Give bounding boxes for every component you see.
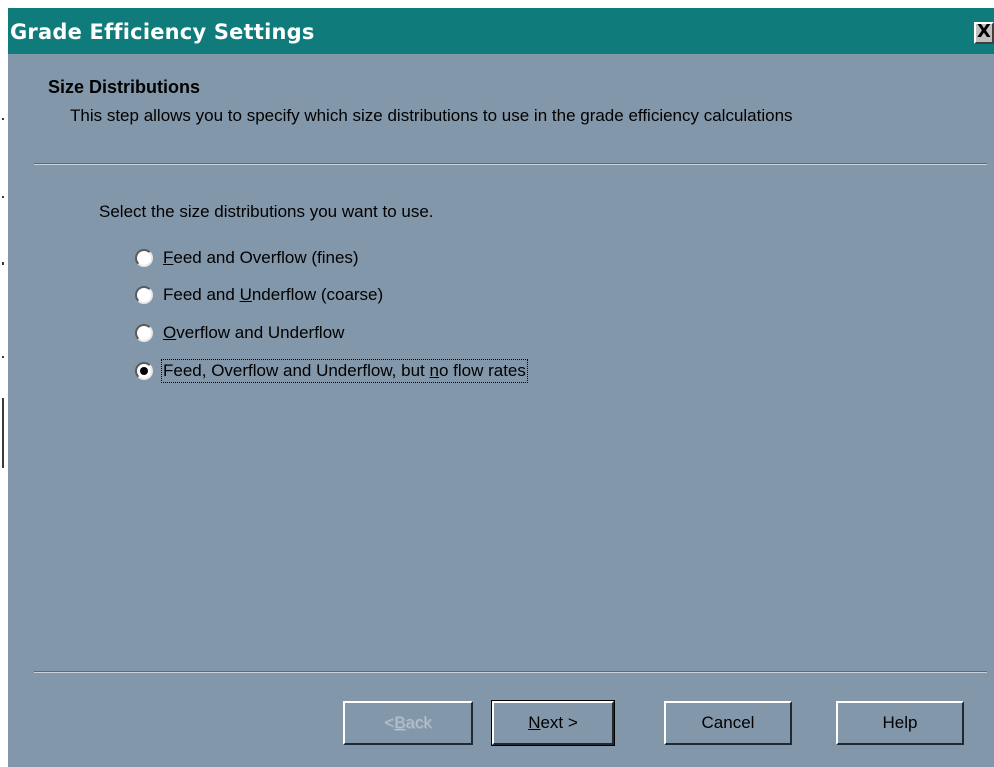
selection-prompt: Select the size distributions you want t… — [99, 202, 434, 221]
background-window-edge — [0, 0, 8, 767]
radio-label[interactable]: Feed and Underflow (coarse) — [162, 284, 384, 306]
cancel-button[interactable]: Cancel — [664, 701, 792, 745]
close-icon: X — [977, 22, 991, 42]
radio-overflow-underflow[interactable]: Overflow and Underflow — [135, 320, 345, 346]
next-button[interactable]: Next > — [491, 700, 615, 746]
window-title: Grade Efficiency Settings — [10, 20, 315, 44]
footer-divider — [34, 671, 987, 673]
radio-indicator[interactable] — [135, 362, 153, 380]
radio-label[interactable]: Feed, Overflow and Underflow, but no flo… — [161, 359, 528, 383]
screen: Grade Efficiency Settings X Size Distrib… — [0, 0, 994, 767]
close-button[interactable]: X — [974, 22, 994, 44]
radio-indicator[interactable] — [135, 249, 153, 267]
step-description: This step allows you to specify which si… — [70, 106, 793, 125]
help-button[interactable]: Help — [836, 701, 964, 745]
radio-feed-underflow[interactable]: Feed and Underflow (coarse) — [135, 282, 384, 308]
radio-feed-overflow-underflow-no-rates[interactable]: Feed, Overflow and Underflow, but no flo… — [135, 358, 528, 384]
title-bar[interactable]: Grade Efficiency Settings X — [8, 8, 994, 54]
radio-label[interactable]: Overflow and Underflow — [162, 322, 345, 344]
radio-label[interactable]: Feed and Overflow (fines) — [162, 247, 360, 269]
radio-indicator[interactable] — [135, 286, 153, 304]
back-button[interactable]: < Back — [343, 701, 473, 745]
radio-feed-overflow[interactable]: Feed and Overflow (fines) — [135, 245, 360, 271]
step-title: Size Distributions — [48, 77, 201, 97]
header-divider — [34, 163, 987, 165]
grade-efficiency-dialog: Grade Efficiency Settings X Size Distrib… — [8, 8, 994, 767]
radio-indicator[interactable] — [135, 324, 153, 342]
